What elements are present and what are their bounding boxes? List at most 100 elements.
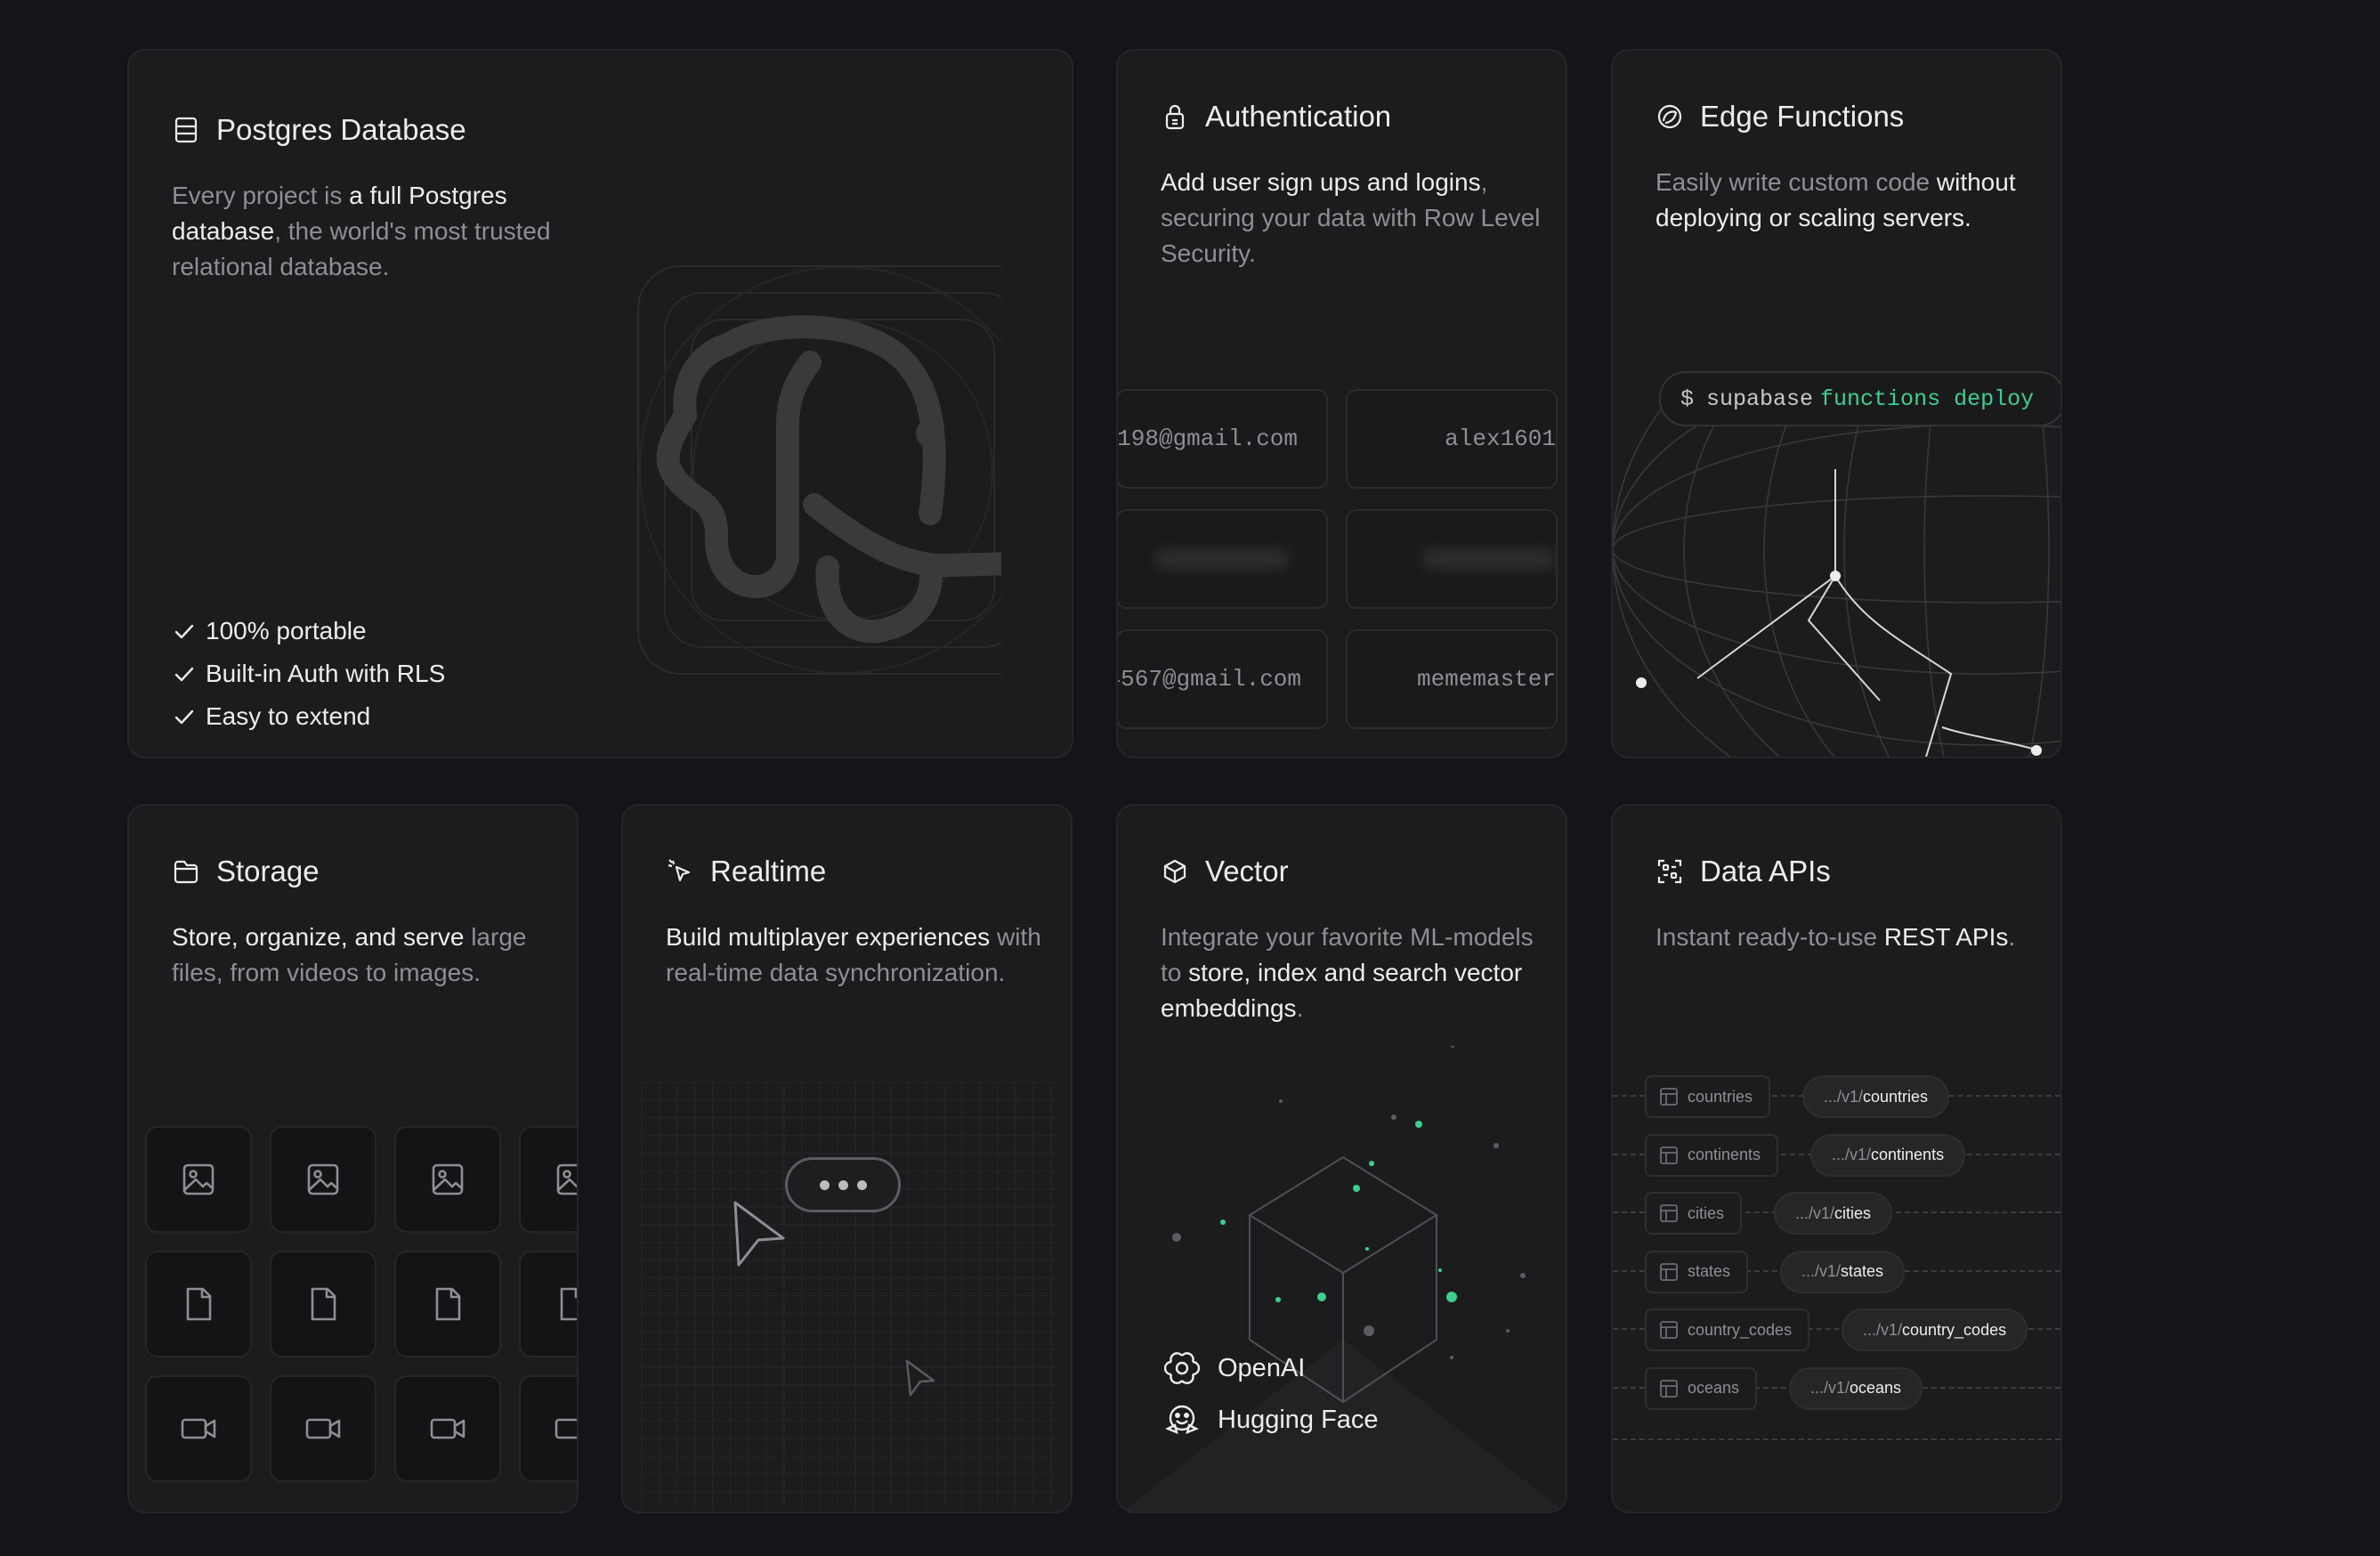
auth-card[interactable]: Authentication Add user sign ups and log… (1116, 49, 1567, 758)
table-icon (1660, 1262, 1678, 1281)
hugging-face-icon (1165, 1405, 1199, 1434)
edge-description: Easily write custom code without deployi… (1655, 165, 2029, 236)
email-text: 0198@gmail.com (1116, 425, 1298, 452)
feature-label: Easy to extend (206, 702, 371, 730)
table-name: cities (1688, 1203, 1725, 1222)
user-email-cell: 0198@gmail.com (1116, 389, 1328, 489)
storage-file-tile[interactable] (270, 1126, 376, 1233)
table-name: states (1688, 1262, 1731, 1280)
endpoint-url-pill[interactable]: .../v1/continents (1810, 1133, 1966, 1177)
large-cursor-icon (733, 1201, 785, 1267)
table-pill[interactable]: oceans (1645, 1366, 1758, 1410)
storage-file-tile[interactable] (145, 1375, 252, 1482)
image-icon (432, 1163, 464, 1195)
user-name-cell: alex1601 (1346, 389, 1558, 489)
storage-desc-highlight: Store, organize, and serve (172, 923, 465, 951)
endpoint-url-pill[interactable]: .../v1/country_codes (1842, 1309, 2028, 1351)
database-icon (174, 117, 198, 143)
globe-illustration (1613, 407, 2060, 757)
table-pill[interactable]: country_codes (1645, 1309, 1810, 1351)
feature-item: 100% portable (172, 610, 445, 652)
endpoint-url-pill[interactable]: .../v1/countries (1802, 1075, 1950, 1118)
table-pill[interactable]: cities (1645, 1192, 1743, 1235)
apis-title: Data APIs (1655, 855, 1831, 888)
edge-desc-part: Easily write custom code (1655, 168, 1937, 196)
feature-item: Easy to extend (172, 695, 445, 738)
storage-file-tile[interactable] (394, 1126, 501, 1233)
table-icon (1660, 1204, 1678, 1222)
endpoint-prefix: .../v1/ (1810, 1379, 1850, 1397)
realtime-description: Build multiplayer experiences with real-… (666, 920, 1048, 991)
endpoint-url-pill[interactable]: .../v1/oceans (1789, 1366, 1923, 1410)
cube-icon (1163, 859, 1186, 884)
api-endpoint-row: states .../v1/states (1613, 1250, 2060, 1293)
video-icon (555, 1418, 577, 1439)
realtime-card[interactable]: Realtime Build multiplayer experiences w… (621, 804, 1073, 1513)
api-endpoint-row: oceans .../v1/oceans (1613, 1366, 2060, 1410)
storage-file-tile[interactable] (270, 1251, 376, 1357)
image-icon (307, 1163, 339, 1195)
image-icon (556, 1163, 577, 1195)
provider-label: OpenAI (1218, 1353, 1306, 1382)
endpoint-resource: cities (1834, 1203, 1872, 1222)
auth-description: Add user sign ups and logins, securing y… (1161, 165, 1543, 271)
storage-file-tile[interactable] (519, 1375, 577, 1482)
endpoint-prefix: .../v1/ (1863, 1320, 1903, 1339)
postgres-card[interactable]: Postgres Database Every project is a ful… (127, 49, 1073, 758)
table-pill[interactable]: continents (1645, 1133, 1779, 1177)
edge-functions-card[interactable]: Edge Functions Easily write custom code … (1611, 49, 2062, 758)
table-icon (1660, 1146, 1678, 1164)
feature-item: Built-in Auth with RLS (172, 652, 445, 695)
storage-file-tile[interactable] (270, 1375, 376, 1482)
edge-title-text: Edge Functions (1700, 100, 1905, 133)
table-icon (1660, 1088, 1678, 1106)
folder-icon (174, 860, 198, 884)
check-icon (174, 624, 194, 639)
file-icon (186, 1287, 212, 1321)
apis-desc-part: Instant ready-to-use (1655, 923, 1884, 951)
prompt-symbol: $ (1680, 385, 1695, 412)
endpoint-prefix: .../v1/ (1832, 1146, 1872, 1163)
data-apis-card[interactable]: Data APIs Instant ready-to-use REST APIs… (1611, 804, 2062, 1513)
file-icon (311, 1287, 336, 1321)
table-name: oceans (1688, 1379, 1740, 1397)
file-icon (435, 1287, 461, 1321)
table-pill[interactable]: countries (1645, 1075, 1771, 1118)
storage-file-tile[interactable] (519, 1126, 577, 1233)
apis-title-text: Data APIs (1700, 855, 1831, 887)
deploy-command: $ supabase functions deploy (1659, 371, 2060, 426)
endpoint-resource: country_codes (1902, 1320, 2007, 1339)
vector-desc-part: . (1296, 994, 1304, 1022)
username-text: mememaster (1416, 666, 1556, 693)
video-icon (305, 1418, 341, 1439)
storage-file-tile[interactable] (519, 1251, 577, 1357)
user-blurred-cell (1346, 509, 1558, 609)
apis-desc-highlight: REST APIs (1883, 923, 2009, 951)
file-icon (560, 1287, 577, 1321)
video-icon (430, 1418, 465, 1439)
api-endpoint-row: cities .../v1/cities (1613, 1192, 2060, 1235)
endpoint-url-pill[interactable]: .../v1/states (1780, 1250, 1906, 1293)
storage-card[interactable]: Storage Store, organize, and serve large… (127, 804, 579, 1513)
openai-icon (1164, 1352, 1200, 1384)
apis-description: Instant ready-to-use REST APIs. (1655, 920, 2029, 955)
storage-file-tile[interactable] (145, 1126, 252, 1233)
table-pill[interactable]: states (1645, 1250, 1749, 1293)
storage-file-tile[interactable] (394, 1375, 501, 1482)
storage-file-tile[interactable] (145, 1251, 252, 1357)
vector-card[interactable]: Vector Integrate your favorite ML-models… (1116, 804, 1567, 1513)
provider-openai: OpenAI (1164, 1350, 1305, 1386)
endpoint-url-pill[interactable]: .../v1/cities (1774, 1192, 1893, 1235)
typing-bubble (785, 1157, 901, 1212)
vector-desc-highlight: store, index and search vector embedding… (1161, 959, 1523, 1022)
postgres-description: Every project is a full Postgres databas… (172, 178, 617, 285)
vector-title: Vector (1161, 855, 1289, 888)
feature-label: 100% portable (206, 617, 367, 644)
auth-title-text: Authentication (1205, 100, 1392, 133)
endpoint-resource: oceans (1850, 1379, 1902, 1397)
vector-title-text: Vector (1205, 855, 1289, 887)
postgres-feature-list: 100% portable Built-in Auth with RLS Eas… (172, 610, 445, 738)
table-name: continents (1688, 1146, 1761, 1163)
storage-file-tile[interactable] (394, 1251, 501, 1357)
realtime-title: Realtime (666, 855, 826, 888)
